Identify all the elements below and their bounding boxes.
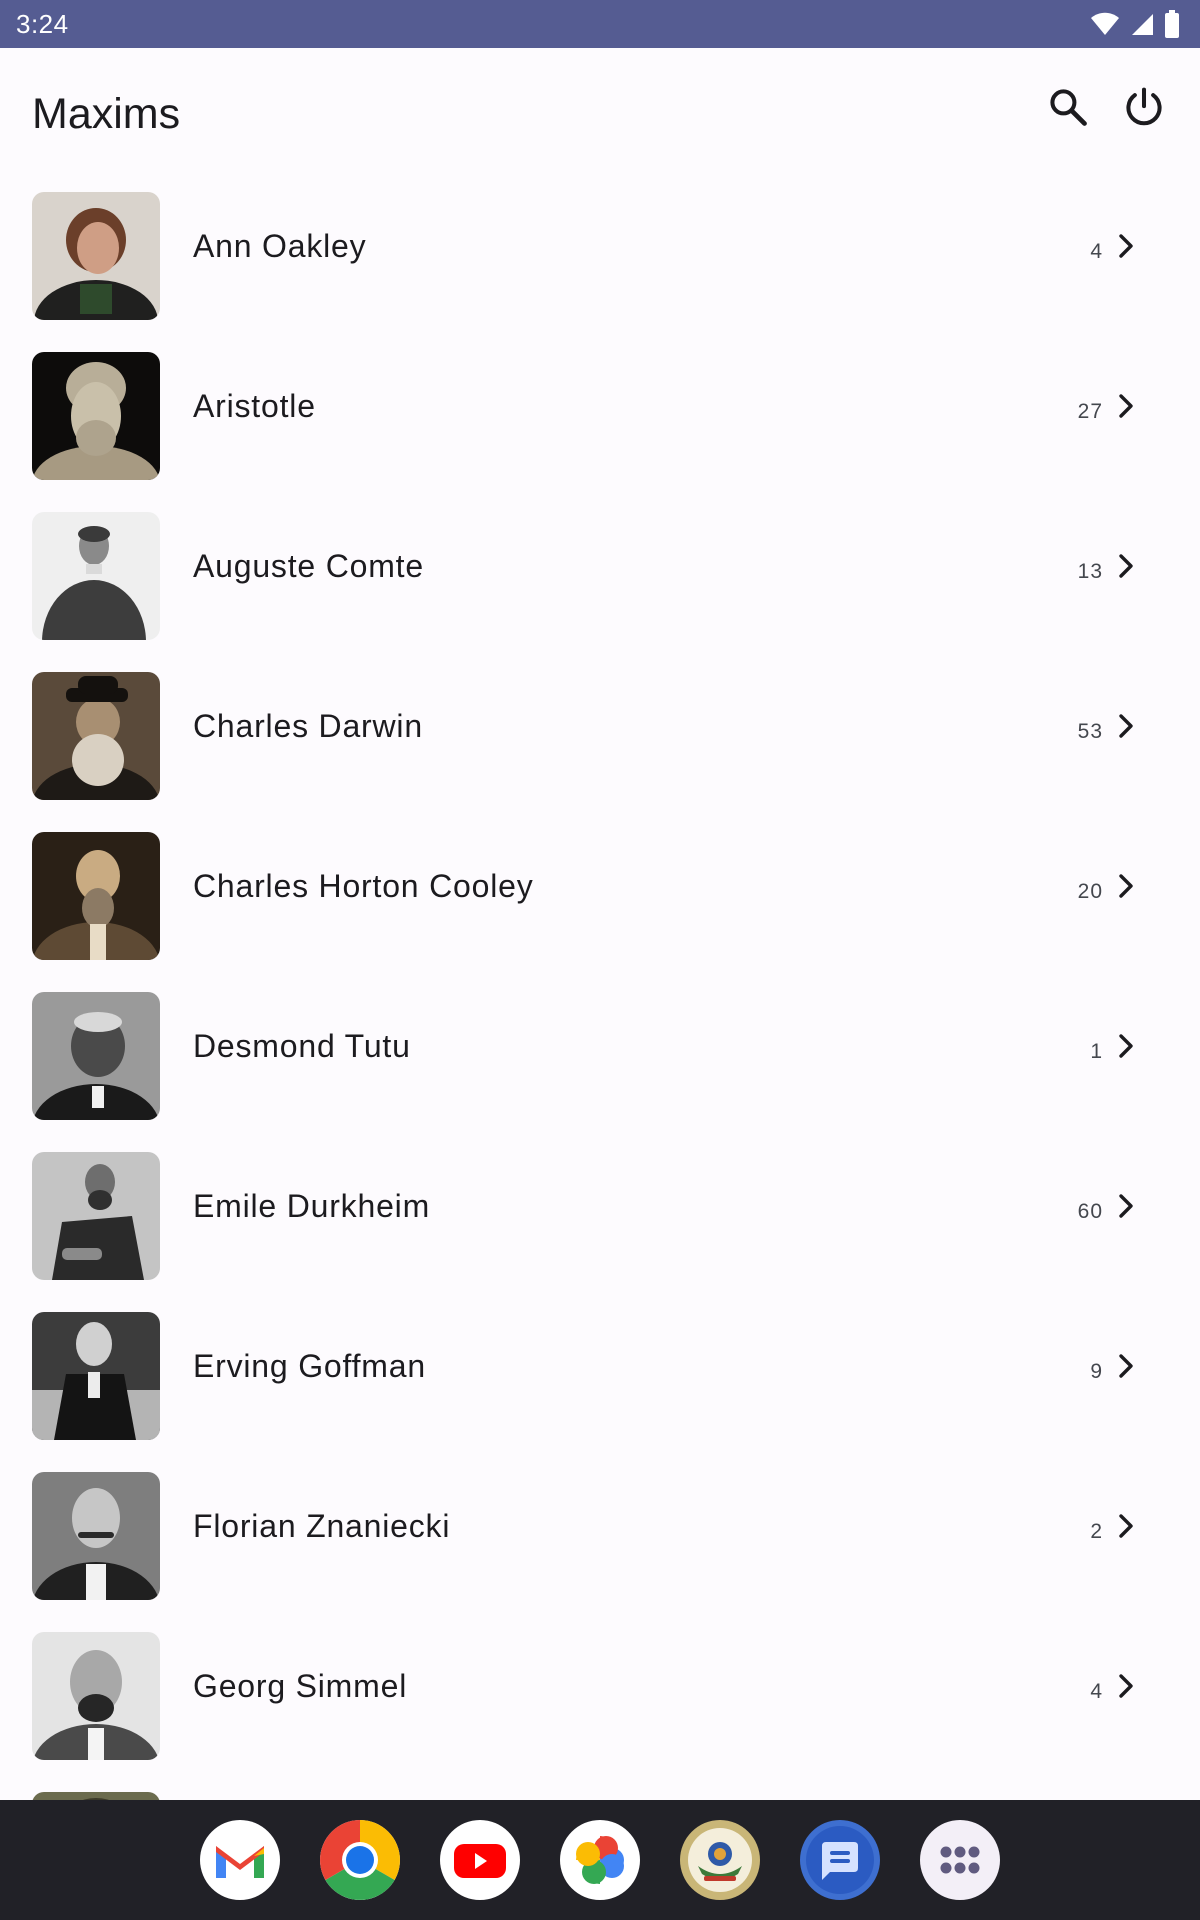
avatar xyxy=(32,1792,160,1800)
wifi-icon xyxy=(1091,12,1119,35)
list-item[interactable]: Aristotle 27 xyxy=(0,340,1200,500)
avatar xyxy=(32,1632,160,1760)
chevron-right-icon xyxy=(1119,714,1133,738)
portrait-image xyxy=(32,1472,160,1600)
portrait-image xyxy=(32,192,160,320)
status-time: 3:24 xyxy=(16,8,69,39)
gmail-app[interactable] xyxy=(200,1820,280,1900)
chrome-icon xyxy=(320,1820,400,1900)
portrait-image xyxy=(32,832,160,960)
chevron-right-icon xyxy=(1119,1034,1133,1058)
status-bar: 3:24 xyxy=(0,0,1200,48)
portrait-image xyxy=(32,512,160,640)
author-name: Charles Darwin xyxy=(193,708,423,744)
messages-app[interactable] xyxy=(800,1820,880,1900)
chevron-right-icon xyxy=(1119,554,1133,578)
maxim-count: 60 xyxy=(1077,1200,1103,1223)
maxim-count: 27 xyxy=(1077,400,1103,423)
avatar xyxy=(32,1472,160,1600)
list-item[interactable] xyxy=(0,1780,1200,1800)
avatar xyxy=(32,352,160,480)
photos-pinwheel-icon xyxy=(576,1836,624,1884)
author-name: Erving Goffman xyxy=(193,1348,426,1384)
list-item[interactable]: Erving Goffman 9 xyxy=(0,1300,1200,1460)
youtube-app[interactable] xyxy=(440,1820,520,1900)
search-icon xyxy=(1050,89,1087,126)
power-button[interactable] xyxy=(1120,83,1168,131)
portrait-image xyxy=(32,1632,160,1760)
photos-app[interactable] xyxy=(560,1820,640,1900)
maxim-count: 53 xyxy=(1077,720,1103,743)
chevron-right-icon xyxy=(1119,1354,1133,1378)
chevron-right-icon xyxy=(1119,234,1133,258)
author-list[interactable]: Ann Oakley 4 Aristotle 27 Auguste Comte … xyxy=(0,180,1200,1800)
list-item[interactable]: Emile Durkheim 60 xyxy=(0,1140,1200,1300)
list-item[interactable]: Florian Znaniecki 2 xyxy=(0,1460,1200,1620)
list-item[interactable]: Georg Simmel 4 xyxy=(0,1620,1200,1780)
list-item[interactable]: Ann Oakley 4 xyxy=(0,180,1200,340)
author-name: Desmond Tutu xyxy=(193,1028,411,1064)
portrait-image xyxy=(32,992,160,1120)
gmail-icon xyxy=(216,1846,264,1878)
search-button[interactable] xyxy=(1044,83,1092,131)
maxim-count: 13 xyxy=(1077,560,1103,583)
maxim-count: 4 xyxy=(1090,1680,1103,1703)
portrait-image xyxy=(32,352,160,480)
avatar xyxy=(32,1152,160,1280)
page-title: Maxims xyxy=(32,89,181,138)
chevron-right-icon xyxy=(1119,1674,1133,1698)
cell-signal-icon xyxy=(1132,14,1153,35)
app-bar-actions xyxy=(1044,83,1168,131)
portrait-image xyxy=(32,1792,160,1800)
list-item[interactable]: Desmond Tutu 1 xyxy=(0,980,1200,1140)
maxim-count: 9 xyxy=(1090,1360,1103,1383)
app-drawer-button[interactable] xyxy=(920,1820,1000,1900)
chevron-right-icon xyxy=(1119,1194,1133,1218)
emblem-icon xyxy=(688,1828,752,1892)
author-name: Auguste Comte xyxy=(193,548,424,584)
maxim-count: 4 xyxy=(1090,240,1103,263)
portrait-image xyxy=(32,672,160,800)
avatar xyxy=(32,672,160,800)
apps-grid-icon xyxy=(940,1846,980,1874)
power-icon xyxy=(1126,87,1162,126)
chevron-right-icon xyxy=(1119,874,1133,898)
emblem-app[interactable] xyxy=(680,1820,760,1900)
chrome-app[interactable] xyxy=(320,1820,400,1900)
app-bar: Maxims xyxy=(0,48,1200,180)
avatar xyxy=(32,832,160,960)
chevron-right-icon xyxy=(1119,1514,1133,1538)
avatar xyxy=(32,1312,160,1440)
portrait-image xyxy=(32,1312,160,1440)
list-item[interactable]: Charles Darwin 53 xyxy=(0,660,1200,820)
portrait-image xyxy=(32,1152,160,1280)
status-icons xyxy=(1090,10,1180,38)
author-name: Emile Durkheim xyxy=(193,1188,431,1224)
author-name: Florian Znaniecki xyxy=(193,1508,451,1544)
youtube-icon xyxy=(454,1844,506,1878)
chevron-right-icon xyxy=(1119,394,1133,418)
list-item[interactable]: Charles Horton Cooley 20 xyxy=(0,820,1200,980)
maxim-count: 2 xyxy=(1090,1520,1103,1543)
avatar xyxy=(32,512,160,640)
avatar xyxy=(32,992,160,1120)
maxim-count: 1 xyxy=(1090,1040,1103,1063)
list-item[interactable]: Auguste Comte 13 xyxy=(0,500,1200,660)
author-name: Ann Oakley xyxy=(193,228,367,264)
avatar xyxy=(32,192,160,320)
author-name: Aristotle xyxy=(193,388,316,424)
author-name: Georg Simmel xyxy=(193,1668,408,1704)
maxim-count: 20 xyxy=(1077,880,1103,903)
chat-bubble-icon xyxy=(806,1826,874,1894)
app-dock xyxy=(0,1800,1200,1920)
author-name: Charles Horton Cooley xyxy=(193,868,534,904)
battery-icon xyxy=(1165,10,1179,38)
